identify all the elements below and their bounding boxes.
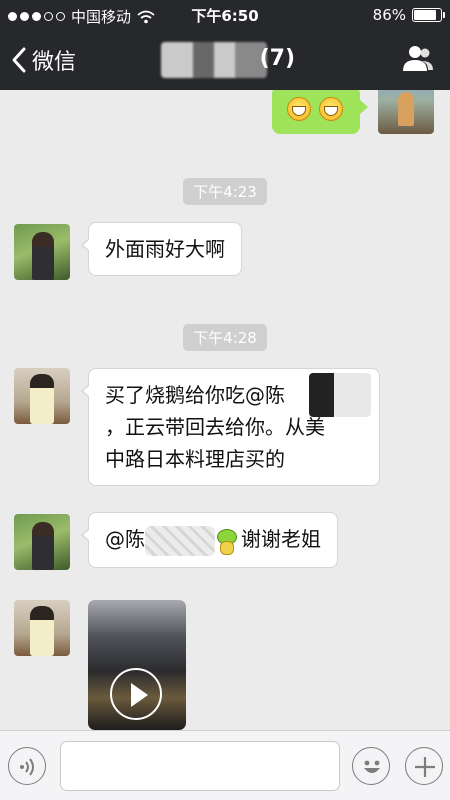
incoming-message[interactable]: 买了烧鹅给你吃@陈 ，正云带回去给你。从美 中路日本料理店买的 xyxy=(81,368,380,486)
chat-title: (7) xyxy=(155,42,295,80)
sender-avatar[interactable] xyxy=(14,600,70,656)
timestamp-label: 下午4:23 xyxy=(183,178,267,205)
more-button[interactable] xyxy=(405,747,443,785)
redacted-mosaic xyxy=(309,373,371,417)
message-text-line: 买了烧鹅给你吃@陈 xyxy=(105,373,371,417)
message-input[interactable] xyxy=(60,741,340,791)
timestamp-label: 下午4:28 xyxy=(183,324,267,351)
status-bar: 中国移动 下午6:50 86% xyxy=(0,0,450,30)
voice-icon xyxy=(20,758,34,776)
status-right: 86% xyxy=(372,6,445,24)
sender-avatar[interactable] xyxy=(14,224,70,280)
grin-emoji-icon xyxy=(319,96,344,121)
emoji-button[interactable] xyxy=(352,747,390,785)
voice-button[interactable] xyxy=(8,747,46,785)
sender-avatar[interactable] xyxy=(14,368,70,424)
nav-bar: 微信 (7) xyxy=(0,30,450,90)
incoming-message[interactable]: 外面雨好大啊 xyxy=(81,222,242,276)
frog-emoji-icon xyxy=(215,528,237,555)
sender-avatar[interactable] xyxy=(14,514,70,570)
message-text: 谢谢老姐 xyxy=(241,527,321,551)
mention-text: @陈 xyxy=(105,527,145,551)
message-text: 买了烧鹅给你吃@陈 xyxy=(105,383,285,407)
redacted-mosaic xyxy=(145,525,215,556)
message-text-line: 中路日本料理店买的 xyxy=(105,447,285,471)
redacted-name-mosaic xyxy=(161,42,267,78)
outgoing-message[interactable] xyxy=(272,90,368,134)
play-icon[interactable] xyxy=(110,668,162,720)
timestamp: 下午4:28 xyxy=(0,324,450,351)
battery-icon xyxy=(412,8,445,22)
grin-emoji-icon xyxy=(287,96,311,121)
timestamp: 下午4:23 xyxy=(0,178,450,205)
emoji-icon xyxy=(364,760,380,773)
chat-member-count: (7) xyxy=(259,46,295,71)
battery-percent: 86% xyxy=(372,6,406,24)
group-profile-icon[interactable] xyxy=(402,44,434,74)
chat-area[interactable]: 下午4:23 外面雨好大啊 下午4:28 买了烧鹅给你吃@陈 ，正云带回去给你。… xyxy=(0,90,450,730)
back-label: 微信 xyxy=(32,50,77,75)
top-bar: 中国移动 下午6:50 86% 微信 (7) xyxy=(0,0,450,90)
chevron-left-icon xyxy=(12,47,26,73)
plus-icon xyxy=(415,757,435,777)
video-message[interactable] xyxy=(88,600,186,730)
incoming-message[interactable]: @陈 谢谢老姐 xyxy=(81,512,338,568)
back-button[interactable]: 微信 xyxy=(10,44,76,76)
message-text: 外面雨好大啊 xyxy=(105,237,225,261)
input-bar xyxy=(0,730,450,800)
my-avatar[interactable] xyxy=(378,90,434,134)
